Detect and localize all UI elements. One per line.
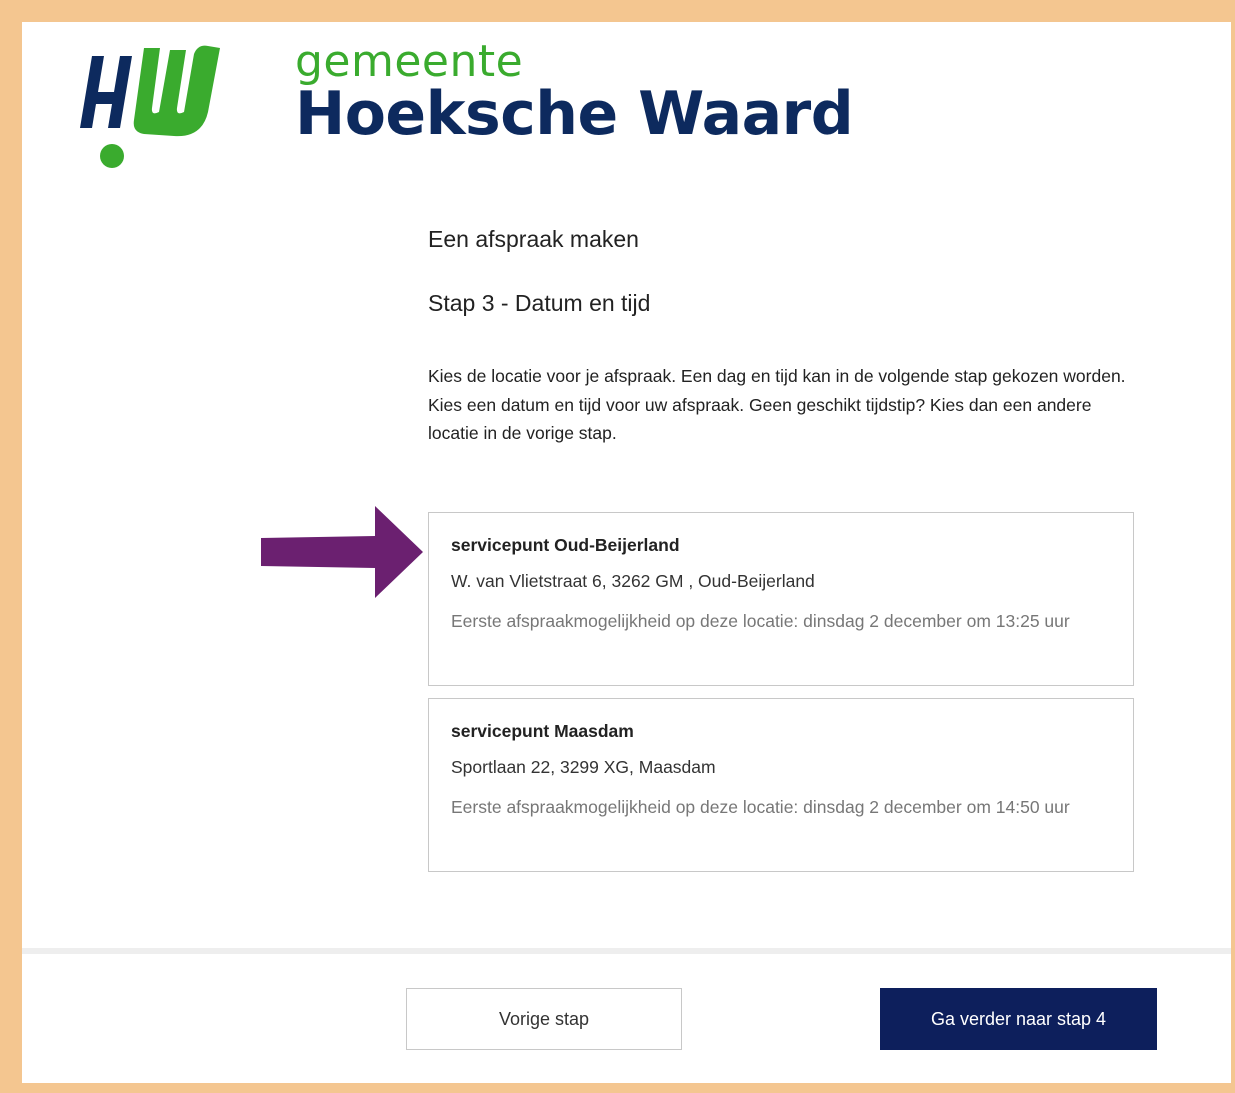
brand-name: Hoeksche Waard <box>295 79 854 149</box>
location-name: servicepunt Maasdam <box>451 721 634 741</box>
brand-municipality-label: gemeente <box>295 36 524 87</box>
footer-divider <box>22 948 1231 954</box>
page-frame: gemeente Hoeksche Waard Een afspraak mak… <box>22 22 1231 1083</box>
location-availability: Eerste afspraakmogelijkheid op deze loca… <box>451 797 1070 817</box>
hw-logo-icon <box>80 45 220 168</box>
location-address: W. van Vlietstraat 6, 3262 GM , Oud-Beij… <box>451 571 815 591</box>
location-name: servicepunt Oud-Beijerland <box>451 535 680 555</box>
previous-step-button[interactable]: Vorige stap <box>406 988 682 1050</box>
location-card-maasdam[interactable]: servicepunt Maasdam Sportlaan 22, 3299 X… <box>428 698 1134 872</box>
page-title: Een afspraak maken <box>428 226 639 252</box>
intro-text: Kies de locatie voor je afspraak. Een da… <box>428 366 1126 443</box>
next-step-button[interactable]: Ga verder naar stap 4 <box>880 988 1157 1050</box>
location-address: Sportlaan 22, 3299 XG, Maasdam <box>451 757 716 777</box>
location-availability: Eerste afspraakmogelijkheid op deze loca… <box>451 611 1070 631</box>
pointer-arrow-icon <box>261 506 423 598</box>
location-card-oud-beijerland[interactable]: servicepunt Oud-Beijerland W. van Vliets… <box>428 512 1134 686</box>
step-title: Stap 3 - Datum en tijd <box>428 290 651 316</box>
